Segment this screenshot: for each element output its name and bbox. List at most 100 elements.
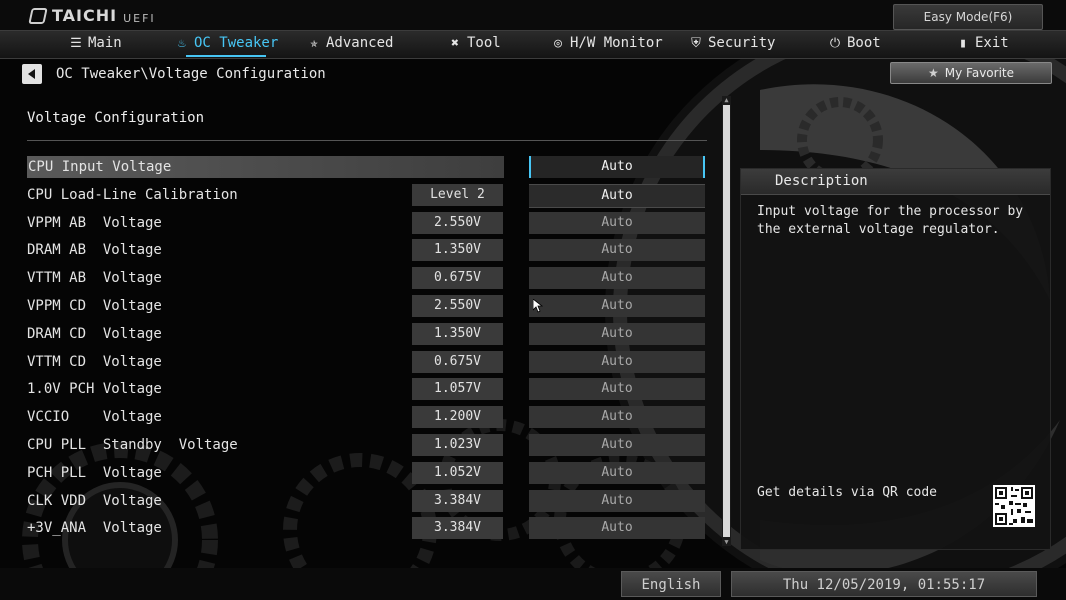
easy-mode-button[interactable]: Easy Mode(F6) bbox=[893, 4, 1043, 30]
scroll-down-icon[interactable]: ▼ bbox=[722, 538, 731, 546]
taichi-logo-icon bbox=[28, 7, 48, 24]
setting-label: 1.0V PCH Voltage bbox=[27, 381, 162, 398]
scroll-up-icon[interactable]: ▲ bbox=[722, 96, 731, 104]
description-panel: Description Input voltage for the proces… bbox=[740, 168, 1051, 550]
tab-main[interactable]: ☰ Main bbox=[68, 31, 122, 58]
setting-dropdown[interactable]: Auto bbox=[529, 183, 705, 208]
current-value: 1.052V bbox=[412, 461, 503, 484]
setting-row[interactable]: 1.0V PCH Voltage 1.057V Auto bbox=[27, 376, 717, 404]
setting-label: VPPM AB Voltage bbox=[27, 214, 162, 231]
tab-oc-tweaker[interactable]: ♨ OC Tweaker bbox=[174, 31, 278, 58]
current-value: 2.550V bbox=[412, 294, 503, 317]
setting-input[interactable]: Auto bbox=[529, 461, 705, 484]
setting-input[interactable]: Auto bbox=[529, 433, 705, 456]
setting-label: +3V_ANA Voltage bbox=[27, 520, 162, 537]
brand-name: TAICHI bbox=[52, 6, 118, 25]
setting-row[interactable]: VTTM AB Voltage 0.675V Auto bbox=[27, 265, 717, 293]
setting-label: VTTM CD Voltage bbox=[27, 353, 162, 370]
setting-input[interactable]: Auto bbox=[529, 517, 705, 540]
setting-label: CLK VDD Voltage bbox=[27, 492, 162, 509]
tab-oc-tweaker-label: OC Tweaker bbox=[194, 35, 279, 51]
setting-row[interactable]: DRAM AB Voltage 1.350V Auto bbox=[27, 237, 717, 265]
current-value: 1.023V bbox=[412, 433, 503, 456]
setting-input[interactable]: Auto bbox=[529, 294, 705, 317]
setting-row[interactable]: VCCIO Voltage 1.200V Auto bbox=[27, 404, 717, 432]
power-icon: ⏻ bbox=[829, 36, 841, 51]
main-nav: ☰ Main ♨ OC Tweaker ✯ Advanced ✖ Tool ◎ H/W M… bbox=[0, 30, 1066, 59]
current-value: 1.200V bbox=[412, 406, 503, 429]
setting-input[interactable]: Auto bbox=[529, 211, 705, 234]
setting-label: PCH PLL Voltage bbox=[27, 464, 162, 481]
setting-input[interactable]: Auto bbox=[529, 267, 705, 290]
current-value: 3.384V bbox=[412, 517, 503, 540]
voltage-settings-list: CPU Input Voltage Auto CPU Load-Line Cal… bbox=[27, 154, 717, 543]
scroll-thumb[interactable] bbox=[723, 105, 730, 537]
setting-input[interactable]: Auto bbox=[529, 406, 705, 429]
setting-input[interactable]: Auto bbox=[529, 322, 705, 345]
setting-row[interactable]: PCH PLL Voltage 1.052V Auto bbox=[27, 460, 717, 488]
description-header: Description bbox=[741, 169, 1050, 195]
tab-exit[interactable]: ▮ Exit bbox=[955, 31, 1009, 58]
setting-label: VPPM CD Voltage bbox=[27, 297, 162, 314]
tab-advanced[interactable]: ✯ Advanced bbox=[306, 31, 393, 58]
brand-logo: TAICHI UEFI bbox=[28, 6, 156, 25]
setting-dropdown[interactable]: Auto bbox=[529, 156, 705, 178]
shield-icon: ⛨ bbox=[691, 36, 701, 51]
setting-row[interactable]: CLK VDD Voltage 3.384V Auto bbox=[27, 488, 717, 516]
current-value: 1.350V bbox=[412, 239, 503, 262]
setting-label: VTTM AB Voltage bbox=[27, 270, 162, 287]
qr-code-label: Get details via QR code bbox=[757, 485, 938, 500]
setting-input[interactable]: Auto bbox=[529, 489, 705, 512]
tab-security-label: Security bbox=[708, 35, 776, 51]
setting-input[interactable]: Auto bbox=[529, 239, 705, 262]
breadcrumb: OC Tweaker\Voltage Configuration bbox=[22, 64, 326, 84]
description-title: Description bbox=[775, 173, 868, 189]
setting-label: VCCIO Voltage bbox=[27, 409, 162, 426]
setting-label: CPU Load-Line Calibration bbox=[27, 186, 238, 203]
tab-exit-label: Exit bbox=[975, 35, 1009, 51]
tab-hw-monitor-label: H/W Monitor bbox=[570, 35, 663, 51]
tab-tool[interactable]: ✖ Tool bbox=[447, 31, 501, 58]
datetime-display: Thu 12/05/2019, 01:55:17 bbox=[731, 571, 1037, 597]
current-value: 1.350V bbox=[412, 322, 503, 345]
setting-row[interactable]: CPU Load-Line Calibration Level 2 Auto bbox=[27, 182, 717, 210]
my-favorite-button[interactable]: ★ My Favorite bbox=[890, 62, 1052, 84]
qr-code-icon bbox=[993, 485, 1035, 527]
brand-suffix: UEFI bbox=[123, 12, 156, 25]
settings-scrollbar[interactable]: ▲ ▼ bbox=[722, 96, 731, 546]
setting-input[interactable]: Auto bbox=[529, 350, 705, 373]
setting-label: CPU Input Voltage bbox=[27, 156, 504, 178]
setting-row[interactable]: VPPM AB Voltage 2.550V Auto bbox=[27, 210, 717, 238]
description-text: Input voltage for the processor by the e… bbox=[757, 204, 1024, 237]
current-value: Level 2 bbox=[412, 183, 503, 206]
tab-security[interactable]: ⛨ Security bbox=[688, 31, 775, 58]
setting-row[interactable]: DRAM CD Voltage 1.350V Auto bbox=[27, 321, 717, 349]
current-value: 3.384V bbox=[412, 489, 503, 512]
setting-row[interactable]: VTTM CD Voltage 0.675V Auto bbox=[27, 349, 717, 377]
tab-boot[interactable]: ⏻ Boot bbox=[827, 31, 881, 58]
current-value: 1.057V bbox=[412, 378, 503, 401]
current-value: 0.675V bbox=[412, 350, 503, 373]
tools-icon: ✖ bbox=[451, 36, 459, 51]
setting-label: CPU PLL Standby Voltage bbox=[27, 436, 238, 453]
section-divider bbox=[27, 140, 707, 141]
list-icon: ☰ bbox=[70, 36, 82, 51]
setting-input[interactable]: Auto bbox=[529, 378, 705, 401]
language-button[interactable]: English bbox=[621, 571, 721, 597]
tab-tool-label: Tool bbox=[467, 35, 501, 51]
setting-row[interactable]: CPU PLL Standby Voltage 1.023V Auto bbox=[27, 432, 717, 460]
setting-row[interactable]: VPPM CD Voltage 2.550V Auto bbox=[27, 293, 717, 321]
tab-boot-label: Boot bbox=[847, 35, 881, 51]
back-arrow-icon[interactable] bbox=[22, 64, 42, 84]
star-icon: ✯ bbox=[310, 36, 318, 51]
current-value: 2.550V bbox=[412, 211, 503, 234]
tab-hw-monitor[interactable]: ◎ H/W Monitor bbox=[550, 31, 663, 58]
monitor-icon: ◎ bbox=[554, 36, 562, 51]
tab-advanced-label: Advanced bbox=[326, 35, 394, 51]
section-title: Voltage Configuration bbox=[27, 110, 205, 126]
setting-row[interactable]: +3V_ANA Voltage 3.384V Auto bbox=[27, 515, 717, 543]
breadcrumb-path: OC Tweaker\Voltage Configuration bbox=[56, 66, 326, 82]
tab-main-label: Main bbox=[88, 35, 122, 51]
setting-row[interactable]: CPU Input Voltage Auto bbox=[27, 154, 717, 182]
flame-icon: ♨ bbox=[178, 36, 186, 51]
